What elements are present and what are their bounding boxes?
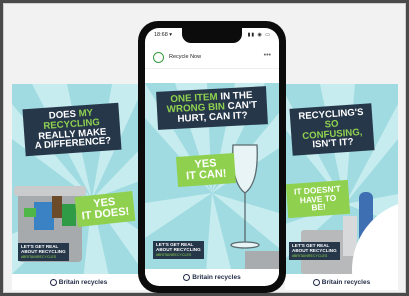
hashtag-text: #BritainRecycles (292, 253, 328, 258)
right-answer-bubble: IT DOESN'T HAVE TO BE! (285, 179, 351, 218)
britain-recycles-logo: Britain recycles (49, 278, 108, 286)
center-question-bubble: ONE ITEM IN THE WRONG BIN CAN'T HURT, CA… (156, 86, 268, 130)
phone-screen: 18:68 ▾ ▮▮ ◉ ▭ Recycle Now ••• ONE ITEM … (145, 28, 279, 286)
left-question-bubble: DOES MY RECYCLING REALLY MAKE A DIFFEREN… (22, 102, 122, 157)
post-image: ONE ITEM IN THE WRONG BIN CAN'T HURT, CA… (145, 83, 279, 285)
recycle-now-avatar-icon[interactable] (153, 51, 164, 63)
wine-glass-icon (230, 144, 260, 249)
right-hashtag-tag: LET'S GET REAL ABOUT RECYCLING #BritainR… (289, 242, 340, 261)
hashtag-text: #BritainRecycles (156, 252, 192, 257)
screenshot-stage: DOES MY RECYCLING REALLY MAKE A DIFFEREN… (0, 0, 409, 296)
brand-text: Britain recycles (58, 278, 108, 286)
britain-recycles-logo-icon (49, 278, 57, 286)
right-logo-strip: Britain recycles (285, 274, 398, 290)
account-name[interactable]: Recycle Now (169, 54, 201, 60)
left-answer-bubble: YES IT DOES! (74, 191, 136, 228)
britain-recycles-logo-icon (183, 273, 191, 281)
brand-text: Britain recycles (321, 278, 371, 286)
britain-recycles-logo: Britain recycles (183, 273, 241, 281)
right-question-bubble: RECYCLING'S SO CONFUSING, ISN'T IT? (289, 103, 375, 156)
britain-recycles-logo: Britain recycles (312, 278, 371, 286)
smartphone-mockup: 18:68 ▾ ▮▮ ◉ ▭ Recycle Now ••• ONE ITEM … (138, 21, 286, 293)
left-campaign-panel: DOES MY RECYCLING REALLY MAKE A DIFFEREN… (12, 84, 145, 290)
right-campaign-panel: RECYCLING'S SO CONFUSING, ISN'T IT? IT D… (285, 84, 398, 290)
center-hashtag-tag: LET'S GET REAL ABOUT RECYCLING #BritainR… (153, 241, 204, 260)
status-time: 18:68 ▾ (154, 32, 173, 38)
answer-line: IT CAN! (185, 167, 227, 183)
answer-line: IT DOES! (81, 205, 130, 223)
question-line: ISN'T IT? (312, 136, 354, 151)
question-line: HURT, CAN IT? (177, 110, 248, 125)
more-options-icon[interactable]: ••• (264, 52, 271, 59)
brand-text: Britain recycles (192, 273, 241, 281)
post-header: Recycle Now ••• (145, 46, 279, 69)
phone-notch (182, 28, 242, 43)
center-answer-bubble: YES IT CAN! (176, 153, 236, 188)
left-hashtag-tag: LET'S GET REAL ABOUT RECYCLING #BritainR… (18, 243, 69, 262)
answer-line: HAVE TO BE! (299, 192, 337, 213)
left-logo-strip: Britain recycles (12, 274, 145, 290)
britain-recycles-logo-icon (312, 278, 320, 286)
tag-line: ABOUT RECYCLING (292, 247, 337, 253)
hashtag-text: #BritainRecycles (21, 254, 57, 259)
tag-line: ABOUT RECYCLING (156, 246, 201, 252)
signal-icons: ▮▮ ◉ ▭ (247, 32, 271, 38)
tag-line: ABOUT RECYCLING (21, 248, 66, 254)
center-logo-strip: Britain recycles (145, 269, 279, 285)
